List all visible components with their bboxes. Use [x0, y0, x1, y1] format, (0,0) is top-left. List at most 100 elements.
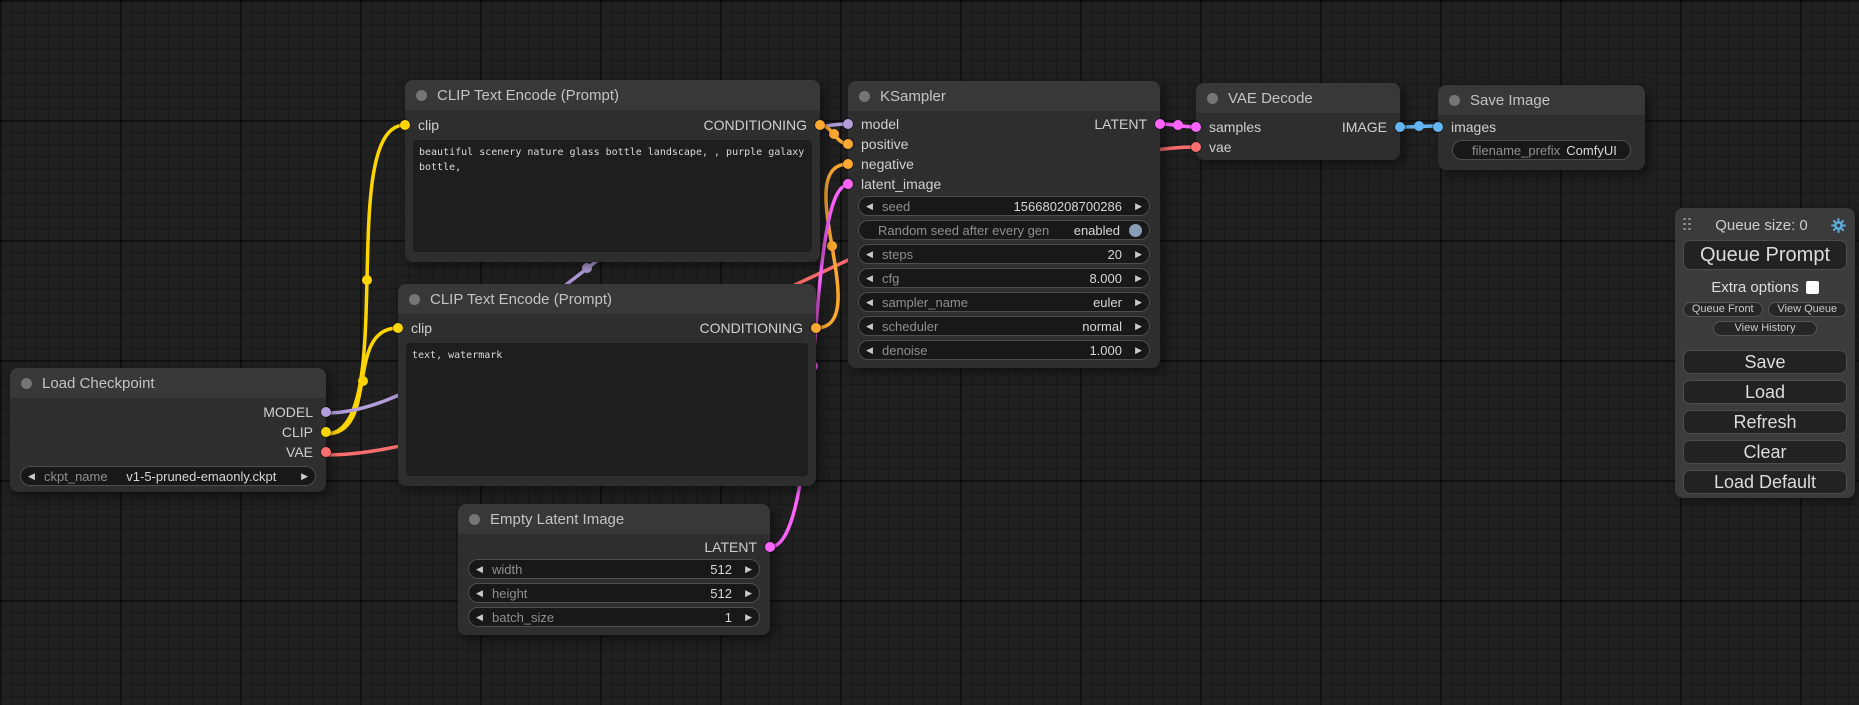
queue-prompt-button[interactable]: Queue Prompt — [1683, 240, 1847, 270]
model-input-port[interactable] — [843, 119, 853, 129]
increment-icon[interactable]: ▶ — [1129, 250, 1142, 259]
positive-prompt-textarea[interactable]: beautiful scenery nature glass bottle la… — [413, 140, 812, 252]
decrement-icon[interactable]: ◀ — [866, 298, 879, 307]
increment-icon[interactable]: ▶ — [739, 589, 752, 598]
increment-icon[interactable]: ▶ — [1129, 274, 1142, 283]
negative-input-port[interactable] — [843, 159, 853, 169]
collapse-dot-icon[interactable] — [859, 91, 870, 102]
save-button[interactable]: Save — [1683, 350, 1847, 374]
decrement-icon[interactable]: ◀ — [476, 613, 489, 622]
link-negative-conditioning — [816, 164, 848, 328]
width-widget[interactable]: ◀ width 512 ▶ — [468, 559, 760, 579]
conditioning-output-port[interactable] — [815, 120, 825, 130]
decrement-icon[interactable]: ◀ — [866, 322, 879, 331]
widget-label: filename_prefix — [1472, 143, 1560, 158]
sampler-name-widget[interactable]: ◀ sampler_name euler ▶ — [858, 292, 1150, 312]
node-empty-latent-image[interactable]: Empty Latent Image LATENT ◀ width 512 ▶ … — [458, 504, 770, 635]
node-titlebar[interactable]: KSampler — [848, 81, 1160, 111]
node-clip-text-encode-positive[interactable]: CLIP Text Encode (Prompt) clip CONDITION… — [405, 80, 820, 262]
collapse-dot-icon[interactable] — [469, 514, 480, 525]
graph-canvas[interactable]: Load Checkpoint MODEL CLIP VAE ◀ ckpt_na… — [0, 0, 1859, 705]
collapse-dot-icon[interactable] — [409, 294, 420, 305]
load-default-button[interactable]: Load Default — [1683, 470, 1847, 494]
refresh-button[interactable]: Refresh — [1683, 410, 1847, 434]
increment-icon[interactable]: ▶ — [1129, 298, 1142, 307]
view-queue-button[interactable]: View Queue — [1768, 302, 1848, 317]
clip-output-port[interactable] — [321, 427, 331, 437]
decrement-icon[interactable]: ◀ — [866, 250, 879, 259]
increment-icon[interactable]: ▶ — [1129, 202, 1142, 211]
vae-output-port[interactable] — [321, 447, 331, 457]
increment-icon[interactable]: ▶ — [739, 565, 752, 574]
decrement-icon[interactable]: ◀ — [866, 346, 879, 355]
model-output-port[interactable] — [321, 407, 331, 417]
node-title: VAE Decode — [1228, 90, 1313, 107]
filename-prefix-widget[interactable]: filename_prefix ComfyUI — [1452, 140, 1631, 160]
denoise-widget[interactable]: ◀ denoise 1.000 ▶ — [858, 340, 1150, 360]
toggle-knob[interactable] — [1129, 224, 1142, 237]
decrement-icon[interactable]: ◀ — [476, 565, 489, 574]
node-clip-text-encode-negative[interactable]: CLIP Text Encode (Prompt) clip CONDITION… — [398, 284, 816, 486]
latent-output-port[interactable] — [1155, 119, 1165, 129]
node-load-checkpoint[interactable]: Load Checkpoint MODEL CLIP VAE ◀ ckpt_na… — [10, 368, 326, 492]
node-vae-decode[interactable]: VAE Decode samples IMAGE vae — [1196, 83, 1400, 160]
decrement-icon[interactable]: ◀ — [28, 472, 41, 481]
link-midpoint-dot — [582, 263, 592, 273]
height-widget[interactable]: ◀ height 512 ▶ — [468, 583, 760, 603]
queue-front-button[interactable]: Queue Front — [1683, 302, 1763, 317]
node-titlebar[interactable]: Empty Latent Image — [458, 504, 770, 534]
increment-icon[interactable]: ▶ — [1129, 322, 1142, 331]
collapse-dot-icon[interactable] — [21, 378, 32, 389]
decrement-icon[interactable]: ◀ — [476, 589, 489, 598]
load-button[interactable]: Load — [1683, 380, 1847, 404]
link-midpoint-dot — [362, 275, 372, 285]
vae-input-port[interactable] — [1191, 142, 1201, 152]
increment-icon[interactable]: ▶ — [295, 472, 308, 481]
port-row-samples: samples IMAGE — [1196, 117, 1400, 137]
queue-size-label: Queue size: 0 — [1693, 217, 1830, 234]
port-label: images — [1451, 119, 1496, 135]
node-titlebar[interactable]: VAE Decode — [1196, 83, 1400, 113]
widget-value: 1 — [725, 610, 732, 625]
widget-label: steps — [882, 247, 913, 262]
collapse-dot-icon[interactable] — [1207, 93, 1218, 104]
node-title: Save Image — [1470, 92, 1550, 109]
increment-icon[interactable]: ▶ — [739, 613, 752, 622]
node-ksampler[interactable]: KSampler model LATENT positive negative … — [848, 81, 1160, 368]
port-row-vae: vae — [1196, 137, 1400, 157]
node-titlebar[interactable]: Load Checkpoint — [10, 368, 326, 398]
clip-input-port[interactable] — [393, 323, 403, 333]
node-title: Empty Latent Image — [490, 511, 624, 528]
node-titlebar[interactable]: CLIP Text Encode (Prompt) — [405, 80, 820, 110]
latent-image-input-port[interactable] — [843, 179, 853, 189]
positive-input-port[interactable] — [843, 139, 853, 149]
seed-widget[interactable]: ◀ seed 156680208700286 ▶ — [858, 196, 1150, 216]
collapse-dot-icon[interactable] — [1449, 95, 1460, 106]
decrement-icon[interactable]: ◀ — [866, 274, 879, 283]
images-input-port[interactable] — [1433, 122, 1443, 132]
steps-widget[interactable]: ◀ steps 20 ▶ — [858, 244, 1150, 264]
node-titlebar[interactable]: Save Image — [1438, 85, 1645, 115]
node-titlebar[interactable]: CLIP Text Encode (Prompt) — [398, 284, 816, 314]
clear-button[interactable]: Clear — [1683, 440, 1847, 464]
latent-output-port[interactable] — [765, 542, 775, 552]
widget-label: ckpt_name — [44, 469, 108, 484]
view-history-button[interactable]: View History — [1713, 321, 1817, 336]
random-seed-toggle-widget[interactable]: Random seed after every gen enabled — [858, 220, 1150, 240]
collapse-dot-icon[interactable] — [416, 90, 427, 101]
extra-options-checkbox[interactable] — [1806, 281, 1819, 294]
conditioning-output-port[interactable] — [811, 323, 821, 333]
settings-gear-icon[interactable] — [1830, 217, 1847, 234]
batch-size-widget[interactable]: ◀ batch_size 1 ▶ — [468, 607, 760, 627]
negative-prompt-textarea[interactable]: text, watermark — [406, 343, 808, 476]
decrement-icon[interactable]: ◀ — [866, 202, 879, 211]
clip-input-port[interactable] — [400, 120, 410, 130]
cfg-widget[interactable]: ◀ cfg 8.000 ▶ — [858, 268, 1150, 288]
scheduler-widget[interactable]: ◀ scheduler normal ▶ — [858, 316, 1150, 336]
drag-handle-icon[interactable] — [1683, 218, 1693, 233]
increment-icon[interactable]: ▶ — [1129, 346, 1142, 355]
node-save-image[interactable]: Save Image images filename_prefix ComfyU… — [1438, 85, 1645, 170]
image-output-port[interactable] — [1395, 122, 1405, 132]
ckpt-name-widget[interactable]: ◀ ckpt_name v1-5-pruned-emaonly.ckpt ▶ — [20, 466, 316, 486]
samples-input-port[interactable] — [1191, 122, 1201, 132]
